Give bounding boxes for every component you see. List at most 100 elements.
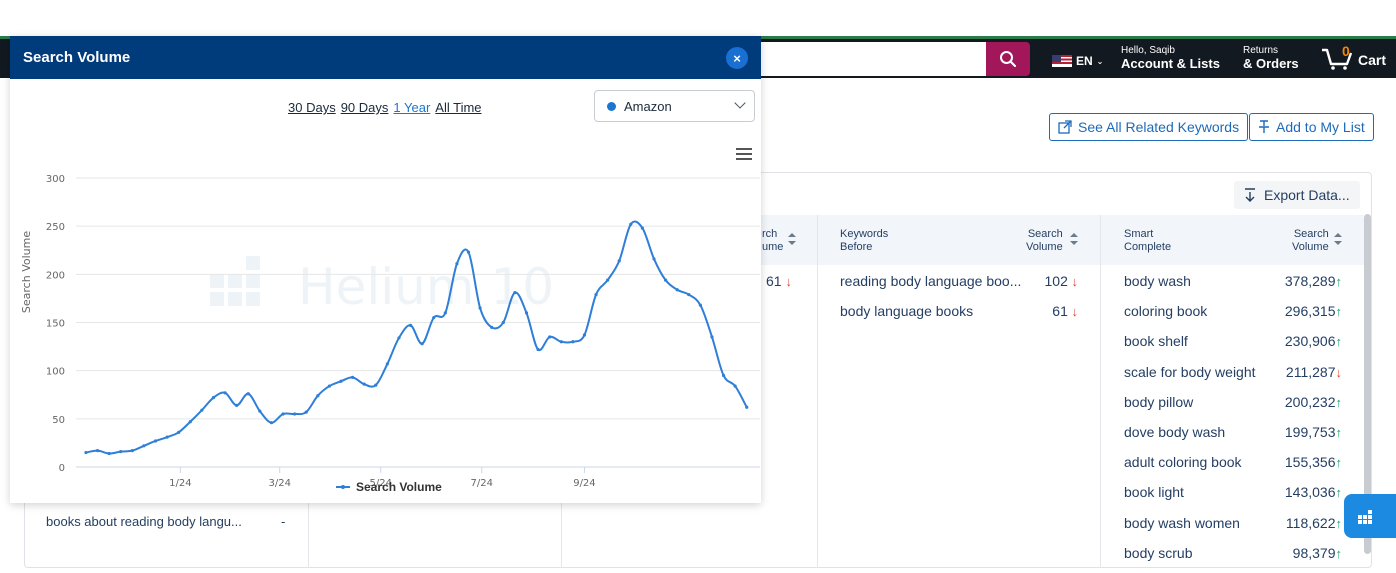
data-point[interactable] <box>455 262 459 266</box>
data-point[interactable] <box>663 278 668 282</box>
data-point[interactable] <box>490 325 494 329</box>
table-cell-keyword[interactable]: body wash <box>1124 273 1191 289</box>
col-before-search-volume[interactable]: Search Volume <box>1026 228 1063 254</box>
data-point[interactable] <box>536 347 540 352</box>
pin-icon <box>1259 120 1269 133</box>
sort-icon[interactable] <box>788 233 796 245</box>
chart-legend[interactable]: Search Volume <box>336 480 442 494</box>
data-point[interactable] <box>130 449 134 453</box>
data-point[interactable] <box>420 342 424 346</box>
data-point[interactable] <box>640 226 645 230</box>
data-point[interactable] <box>571 340 575 344</box>
data-point[interactable] <box>107 451 111 456</box>
table-cell-keyword[interactable]: body wash women <box>1124 515 1240 531</box>
y-tick-label: 200 <box>46 270 65 281</box>
y-tick-label: 300 <box>46 174 65 185</box>
data-point[interactable] <box>165 435 169 439</box>
data-point[interactable] <box>617 259 621 263</box>
col-smart-complete[interactable]: Smart Complete <box>1124 228 1171 254</box>
data-point[interactable] <box>258 409 262 413</box>
returns-orders-link[interactable]: Returns & Orders <box>1243 45 1299 70</box>
col-smart-search-volume[interactable]: Search Volume <box>1292 228 1329 254</box>
table-cell-keyword[interactable]: body language books <box>840 303 973 319</box>
data-point[interactable] <box>478 306 482 310</box>
data-point[interactable] <box>223 391 227 395</box>
data-point[interactable] <box>397 336 401 340</box>
data-point[interactable] <box>188 420 192 424</box>
column-divider <box>817 215 818 568</box>
data-point[interactable] <box>432 316 436 320</box>
data-point[interactable] <box>385 362 389 366</box>
data-point[interactable] <box>293 412 297 416</box>
caret-down-icon: ⌄ <box>1096 56 1104 66</box>
data-point[interactable] <box>350 375 355 380</box>
table-cell-keyword[interactable]: reading body language boo... <box>840 273 1021 289</box>
data-point[interactable] <box>524 311 529 315</box>
table-cell-keyword[interactable]: dove body wash <box>1124 424 1225 440</box>
y-tick-label: 0 <box>59 463 65 474</box>
data-point[interactable] <box>629 222 633 226</box>
y-tick-label: 250 <box>46 222 65 233</box>
data-point[interactable] <box>408 323 413 327</box>
table-cell-keyword[interactable]: body pillow <box>1124 394 1193 410</box>
data-point[interactable] <box>177 430 181 434</box>
table-cell-keyword[interactable]: adult coloring book <box>1124 454 1242 470</box>
data-point[interactable] <box>594 292 598 297</box>
col-keywords-before[interactable]: Keywords Before <box>840 228 888 254</box>
data-point[interactable] <box>235 403 239 407</box>
data-point[interactable] <box>119 449 123 454</box>
table-cell-keyword[interactable]: scale for body weight <box>1124 364 1256 380</box>
data-point[interactable] <box>745 405 749 409</box>
data-point[interactable] <box>211 396 216 400</box>
export-data-button[interactable]: Export Data... <box>1234 181 1360 209</box>
amazon-search-input[interactable] <box>760 42 986 76</box>
table-cell-keyword[interactable]: coloring book <box>1124 303 1207 319</box>
col-search-volume-partial[interactable]: rch ume <box>762 228 783 254</box>
data-point[interactable] <box>362 382 366 386</box>
table-cell-keyword[interactable]: body scrub <box>1124 545 1192 561</box>
sort-icon[interactable] <box>1334 233 1342 245</box>
y-tick-label: 50 <box>52 415 65 426</box>
data-point[interactable] <box>559 340 563 344</box>
data-point[interactable] <box>200 408 204 412</box>
data-point[interactable] <box>721 373 726 378</box>
data-point[interactable] <box>710 335 714 339</box>
data-point[interactable] <box>339 379 343 383</box>
data-point[interactable] <box>304 410 308 414</box>
data-point[interactable] <box>606 278 610 282</box>
data-point[interactable] <box>698 303 702 307</box>
data-point[interactable] <box>733 384 737 388</box>
data-point[interactable] <box>466 250 471 254</box>
table-cell-keyword[interactable]: book shelf <box>1124 333 1188 349</box>
data-point[interactable] <box>501 320 505 325</box>
data-point[interactable] <box>246 392 250 396</box>
helium10-widget-button[interactable] <box>1344 494 1396 538</box>
data-point[interactable] <box>443 311 447 315</box>
cell-value: 296,315 <box>1284 303 1336 320</box>
data-point[interactable] <box>153 439 158 443</box>
amazon-search-button[interactable] <box>986 42 1030 76</box>
table-cell-keyword[interactable]: books about reading body langu... <box>46 514 242 529</box>
see-all-related-keywords-button[interactable]: See All Related Keywords <box>1049 113 1249 141</box>
data-point[interactable] <box>513 291 517 295</box>
sort-icon[interactable] <box>1070 233 1078 245</box>
close-icon[interactable]: × <box>726 47 748 69</box>
data-point[interactable] <box>582 333 587 337</box>
table-cell-keyword[interactable]: book light <box>1124 484 1184 500</box>
data-point[interactable] <box>652 257 656 261</box>
account-lists-menu[interactable]: Hello, Saqib Account & Lists <box>1121 45 1220 70</box>
data-point[interactable] <box>84 450 88 455</box>
data-point[interactable] <box>327 384 331 388</box>
data-point[interactable] <box>548 335 552 339</box>
data-point[interactable] <box>316 394 320 398</box>
data-point[interactable] <box>687 292 691 297</box>
data-point[interactable] <box>95 449 100 453</box>
add-to-my-list-button[interactable]: Add to My List <box>1249 113 1374 141</box>
language-selector[interactable]: EN ⌄ <box>1052 54 1103 68</box>
data-point[interactable] <box>142 444 146 448</box>
data-point[interactable] <box>374 383 378 387</box>
data-point[interactable] <box>675 288 679 292</box>
data-point[interactable] <box>281 412 285 416</box>
cart-link[interactable]: 0 Cart <box>1320 43 1386 70</box>
data-point[interactable] <box>269 421 274 425</box>
